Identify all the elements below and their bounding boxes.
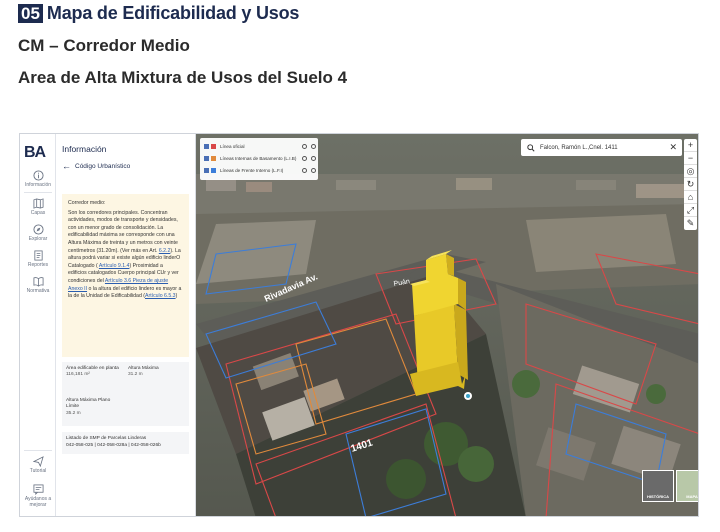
arrow-left-icon: ← [62,161,71,171]
send-icon [32,456,44,467]
zone-subtitle: CM – Corredor Medio [18,36,190,55]
area-subtitle: Area de Alta Mixtura de Usos del Suelo 4 [18,68,348,87]
basemap-label: MAPA [686,494,698,499]
layer-row-lib[interactable]: Líneas Internas de Basamento (L.I.B) [204,153,316,164]
panel-title: Información [62,144,107,154]
layer-label: Líneas de Frente Interno (L.F.I) [220,168,284,173]
back-button[interactable]: ← Código Urbanístico [62,161,130,171]
rail-item-reportes[interactable]: Reportes [20,250,56,268]
rail-label: Capas [30,210,46,216]
close-icon[interactable]: ✕ [669,142,677,153]
search-input[interactable]: Falcon, Ramón L.,Cnel. 1411 [540,145,618,151]
zoom-in-button[interactable]: + [684,139,697,152]
eye-icon[interactable] [302,168,307,173]
eye-icon[interactable] [302,144,307,149]
rail-label: Ayúdanos a mejorar [24,496,52,508]
book-icon [33,277,43,287]
report-icon [33,250,43,261]
settings-icon[interactable] [311,144,316,149]
stat-value: 35.2 m [66,410,81,416]
basemap-mapa[interactable]: MAPA [676,470,698,502]
stat-plane-limit: Altura Máxima Plano Límite 35.2 m [66,398,122,417]
3d-toggle-icon[interactable]: ⌂ [684,191,697,204]
rail-label: Normativa [26,288,50,294]
basemap-label: HISTÓRICA [647,494,669,499]
rail-label: Reportes [27,262,49,268]
stat-value: 31.2 m [128,372,143,378]
rail-label: Información [24,182,52,188]
smp-value: 042-058-025 | 042-058-028a | 042-058-026… [66,443,161,448]
map-icon [33,198,43,209]
info-icon [32,170,44,181]
layer-swatch [211,144,216,149]
layers-panel: Línea oficial Líneas Internas de Basamen… [200,138,318,180]
rail-item-tutorial[interactable]: Tutorial [20,456,56,474]
layer-checkbox[interactable] [204,144,209,149]
rail-item-normativa[interactable]: Normativa [20,276,56,294]
section-number-badge: 05 [18,3,43,23]
zoom-out-button[interactable]: − [684,152,697,165]
rail-item-capas[interactable]: Capas [20,198,56,216]
map-3d-view[interactable]: Rivadavia Av. Puán 1401 Línea oficial Lí… [196,134,698,516]
stats-grid: Área edificable en planta 116,181 m² Alt… [62,362,189,426]
app-window: BA Información Capas Explorar Reportes N… [19,133,699,517]
locate-icon[interactable]: ◎ [684,165,697,178]
link-article-6-5-3[interactable]: Artículo 6.5.3 [145,293,176,299]
stat-max-height: Altura Máxima 31.2 m [128,366,184,379]
back-label: Código Urbanístico [75,162,131,170]
description-text: ) [175,293,178,300]
link-article-9-1-4[interactable]: Artículo 9.1.4 [99,263,130,269]
link-article-6-2-2[interactable]: 6.2.2 [159,248,171,254]
settings-icon[interactable] [311,168,316,173]
layer-checkbox[interactable] [204,168,209,173]
rail-item-informacion[interactable]: Información [20,170,56,188]
layer-swatch [211,156,216,161]
layer-swatch [211,168,216,173]
compass-icon [32,224,44,235]
stat-area: Área edificable en planta 116,181 m² [66,366,122,379]
settings-icon[interactable] [311,156,316,161]
stat-value: 116,181 m² [66,372,90,378]
stat-label: Altura Máxima Plano Límite [66,398,111,410]
zone-description: Corredor medio: Son los corredores princ… [62,194,189,357]
description-heading: Corredor medio: [68,200,106,206]
search-icon [527,143,535,152]
satellite-scene: Rivadavia Av. Puán 1401 [196,134,698,516]
basemap-historica[interactable]: HISTÓRICA [642,470,674,502]
smp-list: Listado de SMP de Parcelas Linderas 042-… [62,432,189,454]
map-pin-icon[interactable] [464,392,472,400]
eraser-icon[interactable]: ✎ [684,217,697,230]
layer-row-linea-oficial[interactable]: Línea oficial [204,141,316,152]
eye-icon[interactable] [302,156,307,161]
rail-label: Tutorial [29,468,47,474]
feedback-icon [33,484,43,495]
ba-logo: BA [24,144,46,161]
map-controls: + − ◎ ↻ ⌂ ⤢ ✎ [684,139,697,230]
document-title: 05 Mapa de Edificabilidad y Usos [18,2,299,24]
rail-label: Explorar [28,236,48,242]
fullscreen-icon[interactable]: ⤢ [684,204,697,217]
rail-item-feedback[interactable]: Ayúdanos a mejorar [20,484,56,508]
rail-divider [24,192,52,193]
smp-label: Listado de SMP de Parcelas Linderas [66,436,147,441]
info-panel: Información ← Código Urbanístico Corredo… [56,134,196,516]
rail-item-explorar[interactable]: Explorar [20,224,56,242]
rotate-icon[interactable]: ↻ [684,178,697,191]
layer-label: Líneas Internas de Basamento (L.I.B) [220,156,297,161]
layer-label: Línea oficial [220,144,245,149]
rail-divider [24,450,52,451]
layer-checkbox[interactable] [204,156,209,161]
address-search-box[interactable]: Falcon, Ramón L.,Cnel. 1411 ✕ [521,139,682,156]
section-title: Mapa de Edificabilidad y Usos [46,2,300,23]
icon-rail: BA Información Capas Explorar Reportes N… [20,134,56,516]
layer-row-lfi[interactable]: Líneas de Frente Interno (L.F.I) [204,165,316,176]
